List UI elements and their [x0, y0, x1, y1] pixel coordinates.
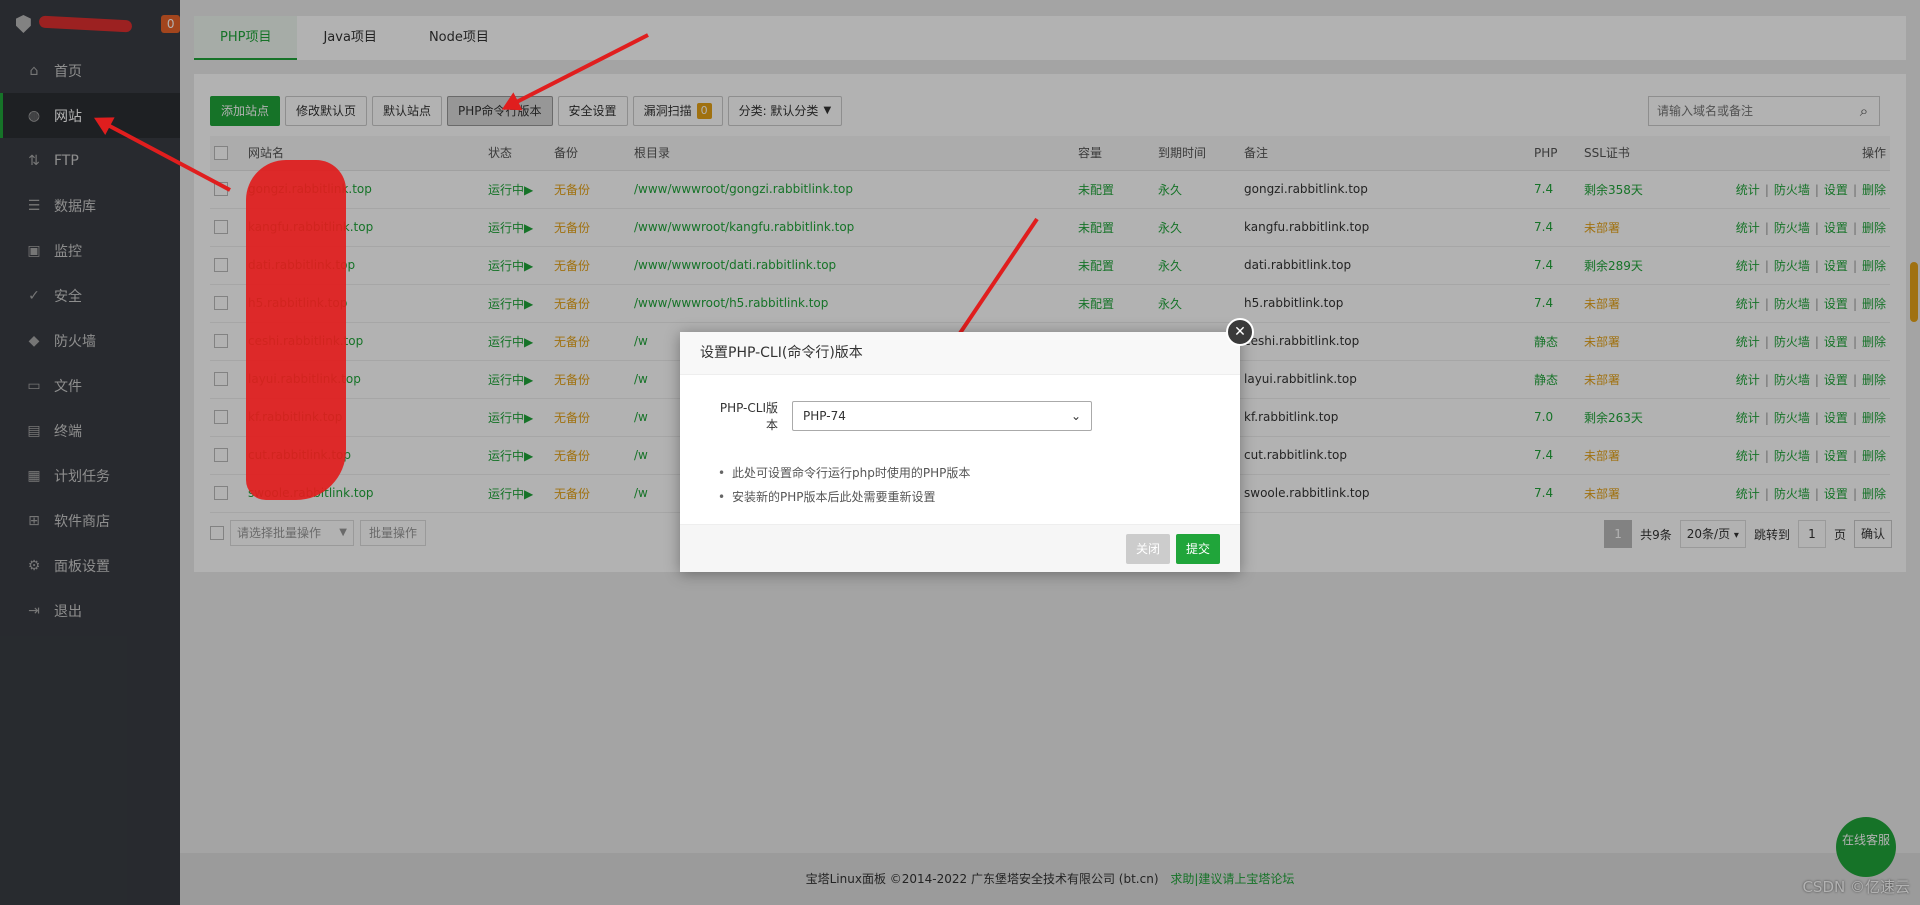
chevron-down-icon: ⌄	[1070, 409, 1081, 423]
tip-item: 此处可设置命令行运行php时使用的PHP版本	[718, 461, 1212, 485]
php-cli-label: PHP-CLI版本	[719, 401, 778, 432]
dialog-footer: 关闭 提交	[680, 524, 1240, 572]
php-cli-dialog: 设置PHP-CLI(命令行)版本 ✕ PHP-CLI版本 PHP-74 ⌄ 此处…	[680, 318, 1254, 572]
php-cli-field: PHP-CLI版本 PHP-74 ⌄	[708, 399, 1212, 433]
php-cli-version-select[interactable]: PHP-74 ⌄	[792, 401, 1092, 431]
dialog-title: 设置PHP-CLI(命令行)版本	[680, 332, 1240, 375]
php-cli-selected-value: PHP-74	[803, 409, 846, 423]
dialog-submit-button[interactable]: 提交	[1175, 533, 1220, 564]
close-icon[interactable]: ✕	[1226, 318, 1254, 346]
dialog-body: PHP-CLI版本 PHP-74 ⌄ 此处可设置命令行运行php时使用的PHP版…	[680, 375, 1240, 509]
tip-item: 安装新的PHP版本后此处需要重新设置	[718, 485, 1212, 509]
red-scribble-redaction	[246, 160, 346, 500]
dialog-tips: 此处可设置命令行运行php时使用的PHP版本 安装新的PHP版本后此处需要重新设…	[708, 461, 1212, 509]
dialog-close-button[interactable]: 关闭	[1125, 533, 1170, 564]
